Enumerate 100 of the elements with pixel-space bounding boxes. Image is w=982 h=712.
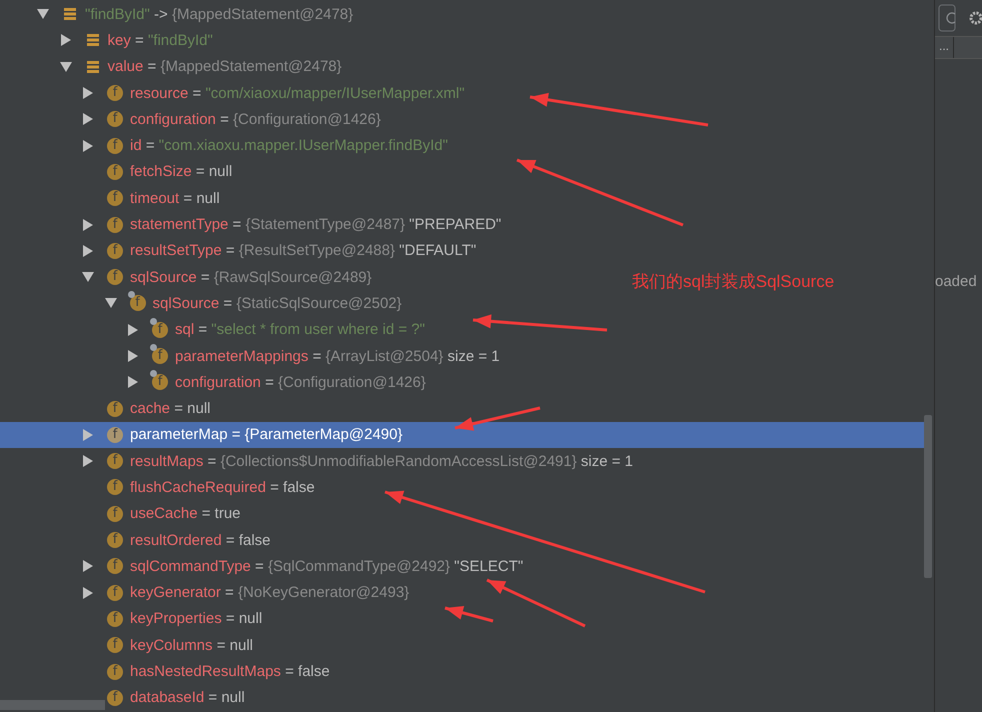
variable-text: resultSetType = {ResultSetType@2488} "DEFAULT" bbox=[130, 242, 476, 260]
field-icon: f bbox=[107, 584, 123, 601]
entry-icon bbox=[86, 60, 100, 74]
variable-text: cache = null bbox=[130, 400, 210, 418]
variable-text: sqlCommandType = {SqlCommandType@2492} "SELECT" bbox=[130, 558, 524, 575]
tree-row[interactable]: f sqlSource = {StaticSqlSource@2502} bbox=[0, 290, 402, 317]
collapsed-arrow-icon[interactable] bbox=[83, 455, 93, 468]
field-icon: f bbox=[107, 269, 123, 286]
tree-row[interactable]: f databaseId = null bbox=[0, 684, 245, 712]
variable-text: value = {MappedStatement@2478} bbox=[108, 58, 342, 76]
collapsed-arrow-icon[interactable] bbox=[83, 140, 93, 152]
scrollbar-thumb[interactable] bbox=[0, 700, 105, 710]
collapsed-arrow-icon[interactable] bbox=[83, 218, 93, 231]
variable-text: fetchSize = null bbox=[130, 163, 232, 180]
collapsed-arrow-icon[interactable] bbox=[83, 428, 93, 441]
tree-row[interactable]: f sql = "select * from user where id = ?" bbox=[0, 316, 425, 343]
collapsed-arrow-icon[interactable] bbox=[128, 324, 138, 336]
collapsed-arrow-icon[interactable] bbox=[83, 113, 93, 126]
variable-text: databaseId = null bbox=[130, 689, 245, 706]
variable-text: key = "findById" bbox=[108, 32, 213, 49]
collapsed-arrow-icon[interactable] bbox=[128, 350, 138, 362]
field-icon: f bbox=[107, 400, 123, 417]
collapsed-arrow-icon[interactable] bbox=[83, 586, 93, 599]
variable-text: resultMaps = {Collections$UnmodifiableRandomAccessList@2491} size = 1 bbox=[130, 452, 634, 470]
variable-text: keyGenerator = {NoKeyGenerator@2493} bbox=[130, 584, 410, 602]
variable-text: parameterMappings = {ArrayList@2504} size = 1 bbox=[175, 348, 500, 364]
expanded-arrow-icon[interactable] bbox=[37, 9, 49, 20]
tree-row[interactable]: f resource = "com/xiaoxu/mapper/IUserMapper.xml" bbox=[0, 80, 465, 106]
variable-text: "findById" -> {MappedStatement@2478} bbox=[85, 6, 354, 23]
expanded-arrow-icon[interactable] bbox=[60, 62, 72, 72]
field-icon: f bbox=[107, 506, 123, 522]
tree-row[interactable]: f configuration = {Configuration@1426} bbox=[0, 106, 381, 132]
variable-text: timeout = null bbox=[130, 190, 220, 207]
tree-row[interactable]: f statementType = {StatementType@2487} "PREPARED" bbox=[0, 211, 502, 238]
variable-text: useCache = true bbox=[130, 505, 241, 522]
settings-icon[interactable] bbox=[968, 10, 982, 26]
field-icon: f bbox=[107, 85, 123, 102]
search-icon[interactable] bbox=[938, 4, 956, 32]
variable-text: statementType = {StatementType@2487} "PREPARED" bbox=[130, 216, 502, 234]
tree-row[interactable]: f hasNestedResultMaps = false bbox=[0, 658, 330, 685]
field-icon: f bbox=[107, 164, 123, 180]
tree-row[interactable]: f keyProperties = null bbox=[0, 606, 262, 632]
variable-text: id = "com.xiaoxu.mapper.IUserMapper.findById" bbox=[130, 137, 448, 154]
tree-row[interactable]: f keyGenerator = {NoKeyGenerator@2493} bbox=[0, 580, 410, 606]
tree-row[interactable]: f sqlCommandType = {SqlCommandType@2492} "SELECT" bbox=[0, 553, 524, 580]
variable-text: keyProperties = null bbox=[130, 610, 262, 628]
status-text: oaded bbox=[935, 273, 978, 290]
variable-text: hasNestedResultMaps = false bbox=[130, 663, 330, 680]
tree-row[interactable]: f configuration = {Configuration@1426} bbox=[0, 369, 426, 396]
collapsed-arrow-icon[interactable] bbox=[128, 376, 138, 388]
tree-row[interactable]: f id = "com.xiaoxu.mapper.IUserMapper.findById" bbox=[0, 132, 448, 159]
tree-row[interactable]: f sqlSource = {RawSqlSource@2489} bbox=[0, 264, 372, 290]
variable-text: configuration = {Configuration@1426} bbox=[175, 374, 426, 391]
field-icon: f bbox=[107, 610, 123, 627]
tree-row[interactable]: value = {MappedStatement@2478} bbox=[0, 54, 342, 80]
entry-icon bbox=[63, 7, 77, 22]
tree-row[interactable]: f resultMaps = {Collections$UnmodifiableRandomAccessList@2491} size = 1 bbox=[0, 448, 634, 474]
field-icon: f bbox=[107, 453, 123, 470]
tree-row[interactable]: f timeout = null bbox=[0, 185, 220, 212]
field-icon: f bbox=[107, 138, 123, 154]
field-icon: f bbox=[107, 426, 123, 443]
variable-text: sqlSource = {RawSqlSource@2489} bbox=[130, 268, 372, 286]
annotation-text: 我们的sql封装成SqlSource bbox=[632, 271, 834, 293]
field-icon: f bbox=[107, 190, 123, 206]
field-icon: f bbox=[107, 690, 123, 706]
variable-text: configuration = {Configuration@1426} bbox=[130, 110, 381, 128]
collapsed-arrow-icon[interactable] bbox=[83, 244, 93, 257]
tree-row[interactable]: "findById" -> {MappedStatement@2478} bbox=[0, 1, 354, 28]
tree-row[interactable]: f parameterMap = {ParameterMap@2490} bbox=[0, 422, 924, 448]
tree-row[interactable]: f parameterMappings = {ArrayList@2504} size = 1 bbox=[0, 342, 500, 370]
entry-icon bbox=[86, 33, 100, 48]
tree-row[interactable]: f useCache = true bbox=[0, 500, 241, 527]
tree-row[interactable]: f resultOrdered = false bbox=[0, 526, 271, 554]
field-icon: f bbox=[107, 242, 123, 259]
variable-text: sqlSource = {StaticSqlSource@2502} bbox=[152, 294, 402, 312]
field-icon: f bbox=[107, 532, 123, 548]
tree-row[interactable]: f keyColumns = null bbox=[0, 632, 253, 658]
variable-text: flushCacheRequired = false bbox=[130, 478, 315, 496]
tree-row[interactable]: f fetchSize = null bbox=[0, 158, 232, 186]
expanded-arrow-icon[interactable] bbox=[82, 272, 94, 282]
field-icon: f bbox=[107, 216, 123, 233]
field-icon: f bbox=[107, 664, 123, 680]
variable-text: resource = "com/xiaoxu/mapper/IUserMapper.xml" bbox=[130, 84, 465, 102]
collapsed-arrow-icon[interactable] bbox=[83, 87, 93, 100]
variable-text: sql = "select * from user where id = ?" bbox=[175, 321, 425, 338]
tree-row[interactable]: f flushCacheRequired = false bbox=[0, 474, 315, 501]
field-icon: f bbox=[107, 637, 123, 654]
field-icon: f bbox=[107, 558, 123, 574]
variable-text: resultOrdered = false bbox=[130, 532, 271, 549]
field-icon: f bbox=[107, 111, 123, 128]
field-icon: f bbox=[107, 479, 123, 496]
scrollbar-thumb[interactable] bbox=[924, 415, 932, 578]
tree-row[interactable]: f resultSetType = {ResultSetType@2488} "DEFAULT" bbox=[0, 238, 476, 264]
tree-row[interactable]: f cache = null bbox=[0, 395, 210, 422]
variable-text: parameterMap = {ParameterMap@2490} bbox=[130, 426, 402, 444]
expanded-arrow-icon[interactable] bbox=[104, 298, 116, 308]
tree-row[interactable]: key = "findById" bbox=[0, 27, 213, 54]
collapsed-arrow-icon[interactable] bbox=[83, 560, 93, 572]
variable-text: keyColumns = null bbox=[130, 636, 253, 654]
collapsed-arrow-icon[interactable] bbox=[60, 34, 70, 46]
